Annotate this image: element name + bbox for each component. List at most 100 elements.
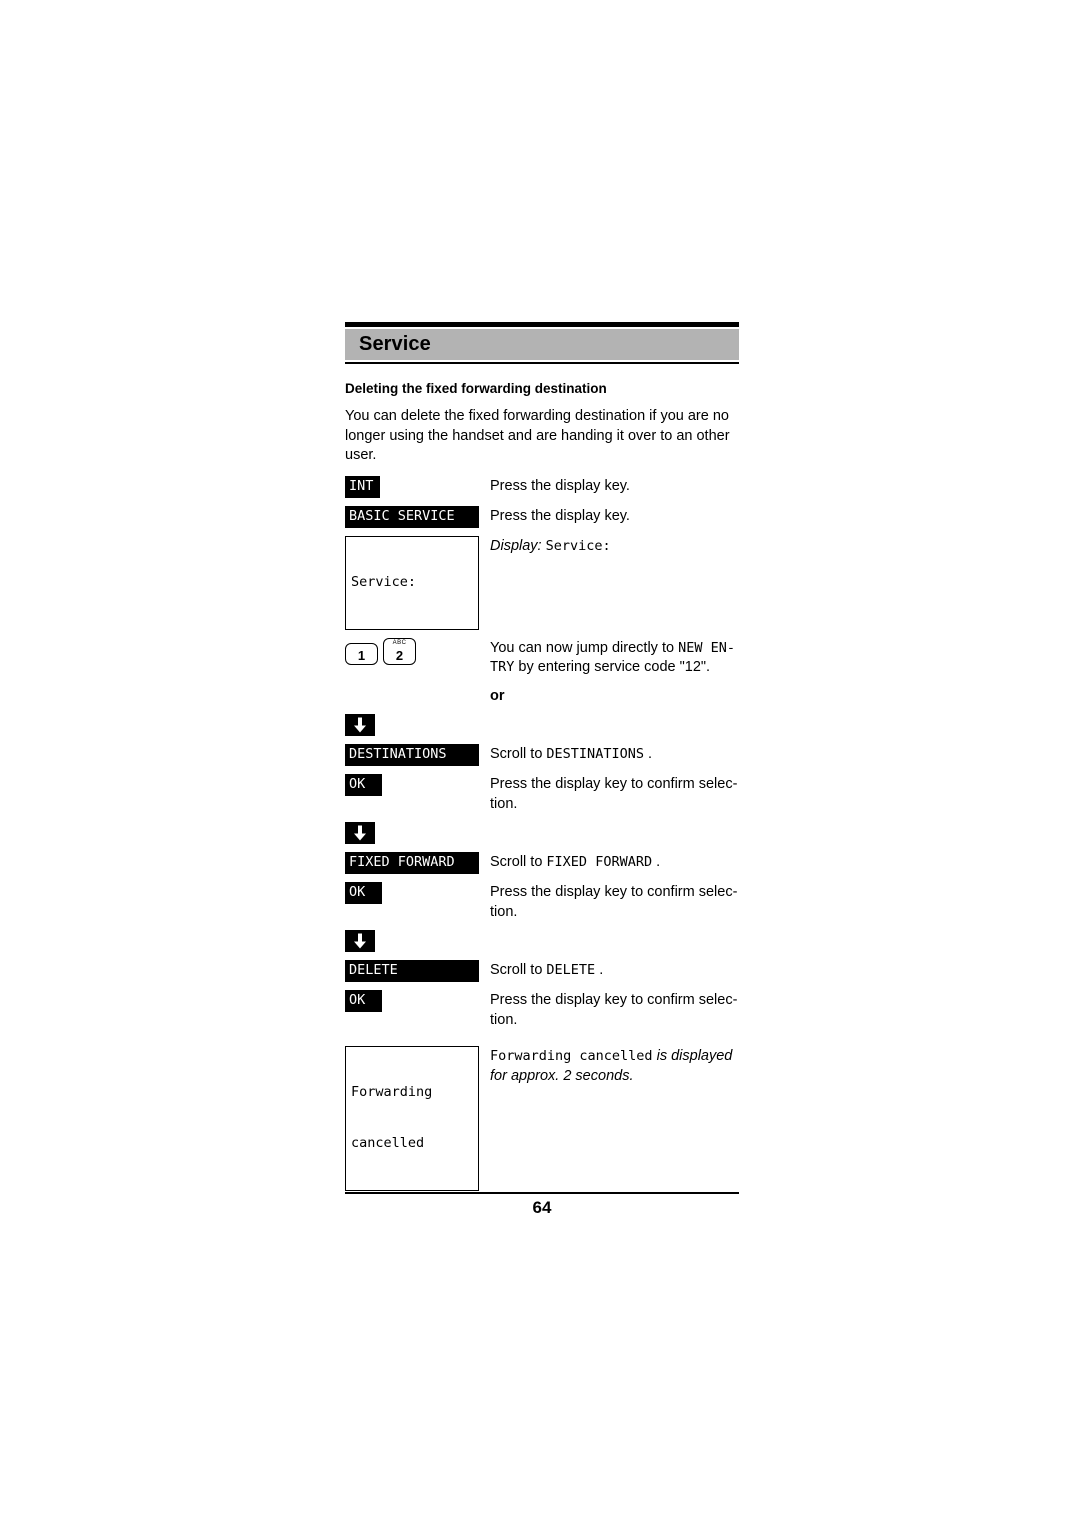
step-key-cell: [345, 822, 490, 844]
step-key-cell: FIXED FORWARD: [345, 852, 490, 874]
page-footer: 64: [345, 1192, 739, 1218]
lcd-display-forwarding-cancelled: Forwarding cancelled: [345, 1046, 479, 1191]
or-label: or: [490, 687, 505, 704]
step-desc: Press the display key to confirm selec- …: [490, 990, 739, 1030]
header-rule-bottom: [345, 362, 739, 364]
scroll-period: .: [643, 746, 653, 762]
step-key-cell: OK: [345, 990, 490, 1012]
keypad-key-1-digit: 1: [357, 647, 366, 663]
softkey-ok[interactable]: OK: [345, 882, 382, 904]
step-key-cell: OK: [345, 882, 490, 904]
softkey-int[interactable]: INT: [345, 475, 380, 498]
step-desc: Scroll to FIXED FORWARD .: [490, 852, 739, 873]
step-spacer: [345, 1038, 739, 1046]
step-desc-empty: [490, 714, 739, 715]
arrow-down-icon[interactable]: [345, 822, 375, 844]
step-row: FIXED FORWARD Scroll to FIXED FORWARD .: [345, 852, 739, 874]
page-header-band: Service: [345, 329, 739, 360]
display-value: Service:: [545, 537, 611, 554]
keypad-key-2-digit: 2: [395, 647, 404, 663]
keypad-group: 1 ABC 2: [345, 637, 490, 665]
step-key-cell: Service:: [345, 535, 490, 630]
step-row: [345, 822, 739, 844]
step-row: DELETE Scroll to DELETE .: [345, 960, 739, 982]
softkey-delete[interactable]: DELETE: [345, 960, 479, 982]
step-row: OK Press the display key to confirm sele…: [345, 882, 739, 922]
keypad-key-2-letters: ABC: [392, 639, 407, 646]
step-key-cell: 1 ABC 2: [345, 637, 490, 665]
step-key-cell: [345, 714, 490, 736]
scroll-label: Scroll to: [490, 854, 547, 870]
cancelled-italic-1: is displayed: [652, 1048, 733, 1064]
step-desc: Press the display key to confirm selec- …: [490, 882, 739, 922]
keypad-key-2[interactable]: ABC 2: [383, 637, 416, 665]
section-intro: You can delete the fixed forwarding dest…: [345, 408, 730, 463]
jump-text-mono-1: NEW EN-: [678, 639, 735, 656]
step-row: [345, 714, 739, 736]
step-key-cell: [345, 930, 490, 952]
step-key-cell: Forwarding cancelled: [345, 1046, 490, 1191]
scroll-target-delete: DELETE: [546, 962, 596, 978]
scroll-label: Scroll to: [490, 746, 547, 762]
step-row-or: or: [345, 686, 739, 707]
step-desc: Scroll to DESTINATIONS .: [490, 744, 739, 765]
page-number: 64: [532, 1198, 552, 1217]
step-row: 1 ABC 2 You can now jump directly to NEW…: [345, 637, 739, 678]
steps-table: INT Press the display key. BASIC SERVICE…: [345, 475, 739, 1191]
step-row: BASIC SERVICE Press the display key.: [345, 505, 739, 528]
step-key-cell: DELETE: [345, 960, 490, 982]
step-desc-text: Press the display key.: [490, 507, 630, 524]
softkey-basic-service[interactable]: BASIC SERVICE: [345, 505, 479, 528]
step-row: Service: Display: Service:: [345, 535, 739, 630]
step-desc: Forwarding cancelled is displayed for ap…: [490, 1046, 739, 1086]
softkey-destinations[interactable]: DESTINATIONS: [345, 744, 479, 766]
lcd-display-service: Service:: [345, 535, 479, 630]
keypad-key-1[interactable]: 1: [345, 642, 378, 665]
step-desc-line-1: Press the display key to confirm selec-: [490, 992, 738, 1008]
jump-text-a: You can now jump directly to: [490, 639, 679, 656]
arrow-down-icon[interactable]: [345, 930, 375, 952]
page-title: Service: [359, 333, 431, 355]
softkey-fixed-forward[interactable]: FIXED FORWARD: [345, 852, 479, 874]
arrow-down-icon[interactable]: [345, 714, 375, 736]
cancelled-italic-2: for approx. 2 seconds.: [490, 1067, 634, 1084]
step-desc: Scroll to DELETE .: [490, 960, 739, 981]
softkey-ok[interactable]: OK: [345, 990, 382, 1012]
step-desc-line-2: tion.: [490, 795, 518, 812]
step-desc-empty: [490, 930, 739, 931]
lcd-line: Forwarding: [351, 1084, 433, 1100]
step-row: DESTINATIONS Scroll to DESTINATIONS .: [345, 744, 739, 766]
scroll-period: .: [595, 962, 604, 978]
scroll-period: .: [652, 854, 661, 870]
lcd-line: Service:: [351, 573, 417, 590]
jump-text-b: by entering service code "12".: [514, 659, 711, 675]
step-row: Forwarding cancelled Forwarding cancelle…: [345, 1046, 739, 1191]
step-desc-line-2: tion.: [490, 1011, 518, 1028]
step-row: OK Press the display key to confirm sele…: [345, 774, 739, 814]
step-desc-empty: [490, 822, 739, 823]
softkey-ok[interactable]: OK: [345, 774, 382, 796]
step-desc: or: [490, 686, 739, 707]
cancelled-mono-text: Forwarding cancelled: [490, 1048, 653, 1064]
step-row: INT Press the display key.: [345, 475, 739, 498]
step-key-cell: INT: [345, 475, 490, 498]
step-desc-text: Press the display key.: [490, 477, 630, 494]
step-desc: Press the display key.: [490, 506, 739, 527]
scroll-label: Scroll to: [490, 962, 547, 978]
scroll-target-fixed-forward: FIXED FORWARD: [546, 854, 653, 870]
footer-rule: [345, 1192, 739, 1194]
step-key-cell: OK: [345, 774, 490, 796]
page-content: Service Deleting the fixed forwarding de…: [345, 322, 739, 1199]
document-page: Service Deleting the fixed forwarding de…: [0, 0, 1080, 1528]
step-desc-line-2: tion.: [490, 903, 518, 920]
step-row: OK Press the display key to confirm sele…: [345, 990, 739, 1030]
step-desc: Press the display key.: [490, 476, 739, 497]
jump-text-mono-2: TRY: [490, 659, 515, 675]
step-key-cell: DESTINATIONS: [345, 744, 490, 766]
step-key-cell: BASIC SERVICE: [345, 505, 490, 528]
step-row: [345, 930, 739, 952]
step-desc: Display: Service:: [490, 536, 739, 557]
step-desc: You can now jump directly to NEW EN- TRY…: [490, 638, 739, 678]
step-desc: Press the display key to confirm selec- …: [490, 774, 739, 814]
scroll-target-destinations: DESTINATIONS: [546, 746, 644, 762]
